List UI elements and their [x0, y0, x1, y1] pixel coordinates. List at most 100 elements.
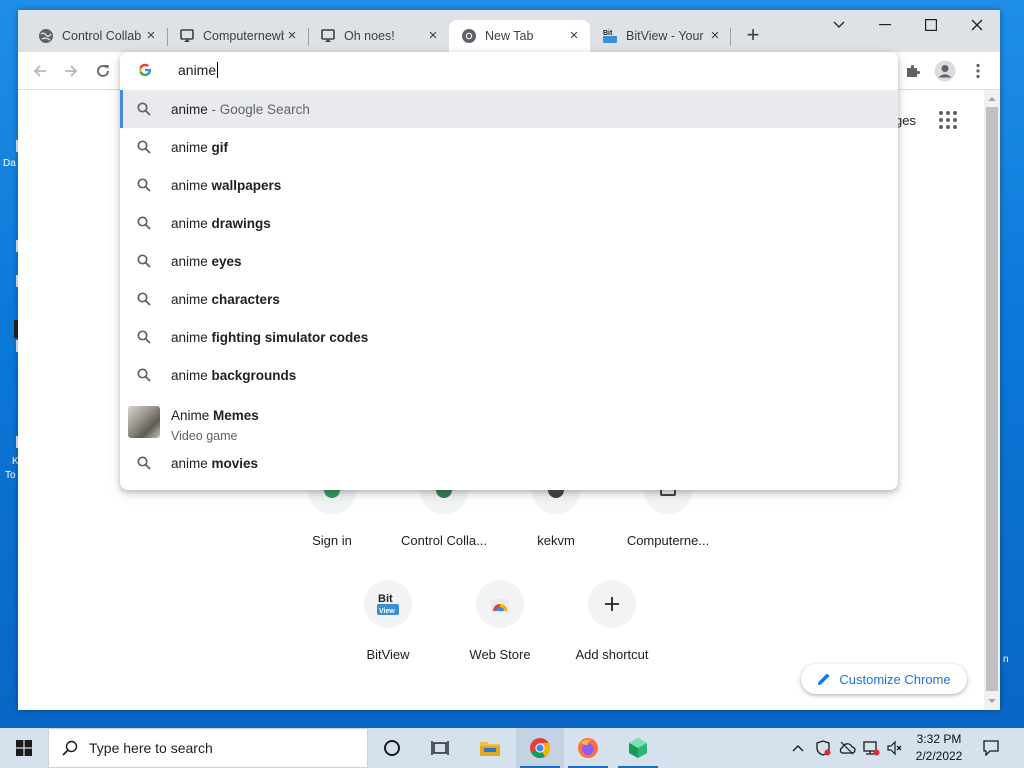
suggestion-text: Anime	[171, 408, 214, 423]
images-link[interactable]: ges	[895, 113, 916, 128]
tab-close-icon[interactable]: ×	[284, 28, 300, 44]
maximize-button[interactable]	[908, 10, 954, 40]
scroll-up-icon[interactable]	[984, 92, 1000, 106]
taskbar-search-placeholder: Type here to search	[89, 740, 213, 756]
customize-chrome-button[interactable]: Customize Chrome	[801, 664, 967, 694]
google-g-icon	[138, 63, 152, 80]
shortcut-add[interactable]: Add shortcut	[556, 580, 668, 662]
shortcut-bitview[interactable]: Bit View Bit View	[332, 580, 444, 662]
chrome-window: Control Collab × Computernewb × Oh noes!…	[18, 10, 1000, 710]
suggestion-suffix: - Google Search	[207, 101, 310, 117]
search-icon	[137, 330, 151, 344]
suggestion-item[interactable]: anime gif	[120, 128, 898, 166]
notifications-button[interactable]	[978, 728, 1004, 768]
suggestion-completion: drawings	[211, 215, 271, 231]
firefox-taskbar-button[interactable]	[564, 728, 612, 768]
tab-control-collab[interactable]: Control Collab ×	[26, 20, 167, 52]
suggestion-item[interactable]: anime drawings	[120, 204, 898, 242]
search-icon	[62, 740, 78, 756]
suggestion-item[interactable]: anime fighting simulator codes	[120, 318, 898, 356]
reload-button[interactable]	[90, 58, 116, 84]
kebab-menu-icon	[976, 63, 980, 79]
suggestion-completion: Memes	[213, 408, 259, 423]
file-explorer-button[interactable]	[466, 728, 514, 768]
suggestion-item[interactable]: anime eyes	[120, 242, 898, 280]
network-tray-icon[interactable]	[860, 728, 882, 768]
volume-tray-icon[interactable]	[884, 728, 906, 768]
desktop-icon-label: n	[1003, 654, 1009, 665]
extensions-button[interactable]	[900, 58, 926, 84]
onedrive-tray-icon[interactable]	[836, 728, 858, 768]
search-icon	[137, 368, 151, 382]
svg-text:Bit: Bit	[603, 30, 613, 37]
suggestion-text: anime	[171, 329, 212, 345]
search-icon	[137, 254, 151, 268]
bitview-icon: Bit View	[364, 580, 412, 628]
profile-button[interactable]	[932, 58, 958, 84]
tab-close-icon[interactable]: ×	[425, 28, 441, 44]
tab-close-icon[interactable]: ×	[707, 28, 723, 44]
tab-title: Control Collab	[62, 29, 142, 43]
task-view-icon	[431, 741, 449, 755]
tab-oh-noes[interactable]: Oh noes! ×	[308, 20, 449, 52]
suggestion-item[interactable]: anime backgrounds	[120, 356, 898, 394]
cortana-icon	[384, 740, 400, 756]
tab-new-tab[interactable]: New Tab ×	[449, 20, 590, 52]
app-taskbar-button[interactable]	[614, 728, 662, 768]
svg-text:Bit: Bit	[378, 593, 393, 605]
scroll-down-icon[interactable]	[984, 694, 1000, 708]
start-button[interactable]	[0, 728, 48, 768]
tab-separator	[730, 28, 731, 46]
suggestion-text: anime	[171, 455, 212, 471]
omnibox-dropdown: anime anime - Google Search anime gif an…	[120, 52, 898, 490]
omnibox-input[interactable]: anime	[120, 52, 898, 90]
apps-launcher-button[interactable]	[936, 108, 960, 132]
globe-icon	[38, 28, 54, 44]
taskbar-search-box[interactable]: Type here to search	[48, 728, 368, 768]
suggestion-item[interactable]: anime wallpapers	[120, 166, 898, 204]
cortana-button[interactable]	[368, 728, 416, 768]
tab-computernewb[interactable]: Computernewb ×	[167, 20, 308, 52]
close-window-button[interactable]	[954, 10, 1000, 40]
suggestion-item[interactable]: anime - Google Search	[120, 90, 898, 128]
task-view-button[interactable]	[416, 728, 464, 768]
chrome-taskbar-button[interactable]	[516, 728, 564, 768]
tab-search-button[interactable]	[816, 10, 862, 40]
chrome-icon	[530, 738, 551, 759]
suggestion-completion: movies	[211, 455, 259, 471]
chrome-menu-button[interactable]	[965, 58, 991, 84]
show-hidden-icons-button[interactable]	[788, 728, 808, 768]
new-tab-button[interactable]: +	[741, 24, 765, 48]
tab-bitview[interactable]: Bit BitView - Your ×	[590, 20, 731, 52]
windows-logo-icon	[16, 740, 32, 756]
omnibox-query: anime	[178, 62, 217, 78]
close-icon	[971, 19, 983, 31]
tab-strip: Control Collab × Computernewb × Oh noes!…	[18, 10, 1000, 52]
tab-close-icon[interactable]: ×	[143, 28, 159, 44]
scroll-thumb[interactable]	[986, 107, 998, 691]
suggestion-item[interactable]: anime movies	[120, 444, 898, 482]
forward-button[interactable]	[58, 58, 84, 84]
forward-arrow-icon	[65, 65, 78, 77]
back-button[interactable]	[27, 58, 53, 84]
folder-icon	[480, 742, 500, 756]
chevron-up-icon	[792, 745, 804, 752]
taskbar-clock[interactable]: 3:32 PM 2/2/2022	[908, 731, 970, 765]
shortcut-web-store[interactable]: Web Store	[444, 580, 556, 662]
suggestion-item[interactable]: anime characters	[120, 280, 898, 318]
page-scrollbar[interactable]	[984, 90, 1000, 710]
clock-time: 3:32 PM	[916, 732, 962, 746]
security-tray-icon[interactable]	[812, 728, 834, 768]
desktop-icon-label: To	[5, 470, 16, 481]
network-icon	[863, 741, 880, 756]
suggestion-text: anime	[171, 253, 212, 269]
reload-icon	[97, 65, 109, 77]
entity-thumbnail	[128, 406, 160, 438]
desktop-icon-label: Da	[3, 158, 16, 169]
minimize-button[interactable]	[862, 10, 908, 40]
pencil-icon	[818, 673, 830, 685]
speaker-muted-icon	[887, 740, 902, 756]
tab-close-icon[interactable]: ×	[566, 28, 582, 44]
search-icon	[137, 178, 151, 192]
suggestion-text: anime	[171, 367, 212, 383]
